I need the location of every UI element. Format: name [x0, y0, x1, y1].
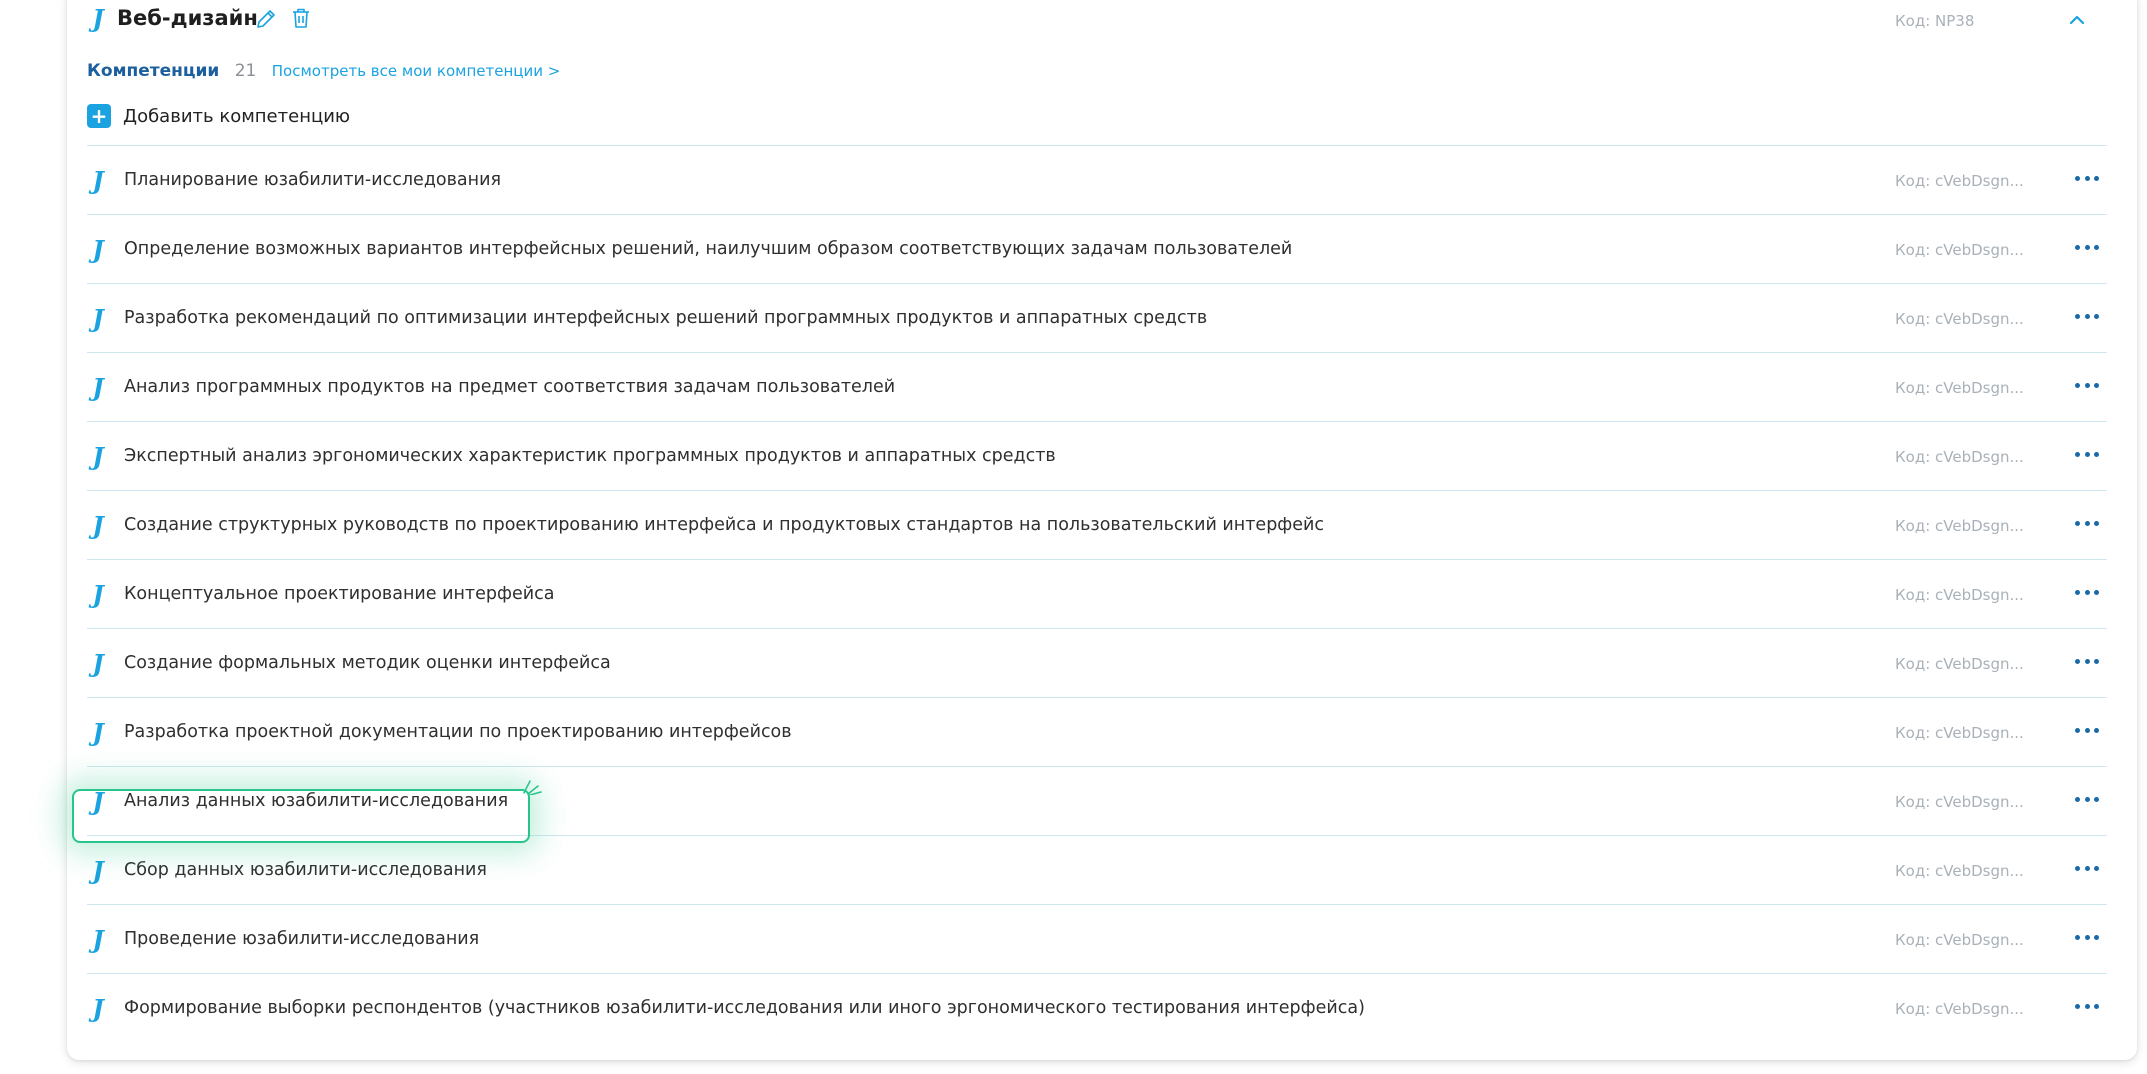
more-menu-icon[interactable] — [2075, 927, 2099, 947]
list-item[interactable]: J Концептуальное проектирование интерфей… — [87, 559, 2107, 628]
competency-code: Код: cVebDsgn... — [1895, 793, 2024, 811]
more-menu-icon[interactable] — [2075, 996, 2099, 1016]
competency-title[interactable]: Разработка проектной документации по про… — [124, 722, 792, 742]
list-item[interactable]: J Экспертный анализ эргономических харак… — [87, 421, 2107, 490]
competency-title[interactable]: Создание структурных руководств по проек… — [124, 515, 1324, 535]
competency-code: Код: cVebDsgn... — [1895, 310, 2024, 328]
j-logo-icon: J — [92, 235, 104, 264]
competencies-summary: Компетенции 21 Посмотреть все мои компет… — [87, 61, 560, 81]
competency-group-card: J Веб-дизайн Код: NP38 Компетенции 21 По… — [67, 0, 2137, 1060]
competency-code: Код: cVebDsgn... — [1895, 931, 2024, 949]
list-item[interactable]: J Формирование выборки респондентов (уча… — [87, 973, 2107, 1042]
j-logo-icon: J — [92, 994, 104, 1023]
competency-code: Код: cVebDsgn... — [1895, 379, 2024, 397]
j-logo-icon: J — [92, 787, 104, 816]
competency-title[interactable]: Анализ программных продуктов на предмет … — [124, 377, 895, 397]
competency-code: Код: cVebDsgn... — [1895, 1000, 2024, 1018]
j-logo-icon: J — [92, 718, 104, 747]
competency-title[interactable]: Концептуальное проектирование интерфейса — [124, 584, 554, 604]
j-logo-icon: J — [92, 511, 104, 540]
j-logo-icon: J — [92, 442, 104, 471]
competencies-count: 21 — [234, 61, 257, 81]
plus-icon: + — [87, 104, 111, 128]
pencil-icon[interactable] — [254, 7, 278, 31]
competency-code: Код: cVebDsgn... — [1895, 586, 2024, 604]
more-menu-icon[interactable] — [2075, 168, 2099, 188]
list-item-highlighted[interactable]: J Анализ данных юзабилити-исследования К… — [87, 766, 2107, 835]
group-header: J Веб-дизайн Код: NP38 — [67, 0, 2137, 37]
add-competency-button[interactable]: + Добавить компетенцию — [87, 103, 350, 129]
chevron-up-icon[interactable] — [2066, 9, 2088, 31]
competency-code: Код: cVebDsgn... — [1895, 655, 2024, 673]
j-logo-icon: J — [92, 373, 104, 402]
more-menu-icon[interactable] — [2075, 375, 2099, 395]
j-logo-icon: J — [92, 166, 104, 195]
group-title: Веб-дизайн — [117, 6, 258, 30]
list-item[interactable]: J Создание структурных руководств по про… — [87, 490, 2107, 559]
competency-code: Код: cVebDsgn... — [1895, 517, 2024, 535]
competency-title[interactable]: Создание формальных методик оценки интер… — [124, 653, 611, 673]
list-item[interactable]: J Проведение юзабилити-исследования Код:… — [87, 904, 2107, 973]
list-item[interactable]: J Планирование юзабилити-исследования Ко… — [87, 145, 2107, 214]
more-menu-icon[interactable] — [2075, 306, 2099, 326]
add-competency-label: Добавить компетенцию — [123, 105, 351, 127]
j-logo-icon: J — [92, 649, 104, 678]
more-menu-icon[interactable] — [2075, 651, 2099, 671]
competency-list: J Планирование юзабилити-исследования Ко… — [87, 145, 2107, 1042]
j-logo-icon: J — [92, 304, 104, 333]
competency-title[interactable]: Экспертный анализ эргономических характе… — [124, 446, 1056, 466]
more-menu-icon[interactable] — [2075, 720, 2099, 740]
more-menu-icon[interactable] — [2075, 582, 2099, 602]
list-item[interactable]: J Создание формальных методик оценки инт… — [87, 628, 2107, 697]
list-item[interactable]: J Разработка проектной документации по п… — [87, 697, 2107, 766]
competency-code: Код: cVebDsgn... — [1895, 448, 2024, 466]
more-menu-icon[interactable] — [2075, 789, 2099, 809]
j-logo-icon: J — [92, 4, 104, 33]
j-logo-icon: J — [92, 580, 104, 609]
list-item[interactable]: J Разработка рекомендаций по оптимизации… — [87, 283, 2107, 352]
list-item[interactable]: J Сбор данных юзабилити-исследования Код… — [87, 835, 2107, 904]
sparkle-icon — [523, 780, 542, 795]
j-logo-icon: J — [92, 856, 104, 885]
competency-code: Код: cVebDsgn... — [1895, 172, 2024, 190]
competency-code: Код: cVebDsgn... — [1895, 241, 2024, 259]
competencies-label: Компетенции — [87, 61, 220, 81]
trash-icon[interactable] — [289, 6, 313, 30]
competency-title[interactable]: Планирование юзабилити-исследования — [124, 170, 501, 190]
list-item[interactable]: J Анализ программных продуктов на предме… — [87, 352, 2107, 421]
view-all-competencies-link[interactable]: Посмотреть все мои компетенции > — [272, 62, 561, 80]
competency-title[interactable]: Сбор данных юзабилити-исследования — [124, 860, 487, 880]
competency-title[interactable]: Формирование выборки респондентов (участ… — [124, 998, 1365, 1018]
competency-code: Код: cVebDsgn... — [1895, 862, 2024, 880]
competency-title[interactable]: Определение возможных вариантов интерфей… — [124, 239, 1292, 259]
more-menu-icon[interactable] — [2075, 513, 2099, 533]
list-item[interactable]: J Определение возможных вариантов интерф… — [87, 214, 2107, 283]
more-menu-icon[interactable] — [2075, 444, 2099, 464]
competency-title[interactable]: Анализ данных юзабилити-исследования — [124, 791, 508, 811]
competency-title[interactable]: Проведение юзабилити-исследования — [124, 929, 479, 949]
more-menu-icon[interactable] — [2075, 858, 2099, 878]
group-code: Код: NP38 — [1895, 12, 1975, 30]
j-logo-icon: J — [92, 925, 104, 954]
competency-title[interactable]: Разработка рекомендаций по оптимизации и… — [124, 308, 1207, 328]
competency-code: Код: cVebDsgn... — [1895, 724, 2024, 742]
more-menu-icon[interactable] — [2075, 237, 2099, 257]
